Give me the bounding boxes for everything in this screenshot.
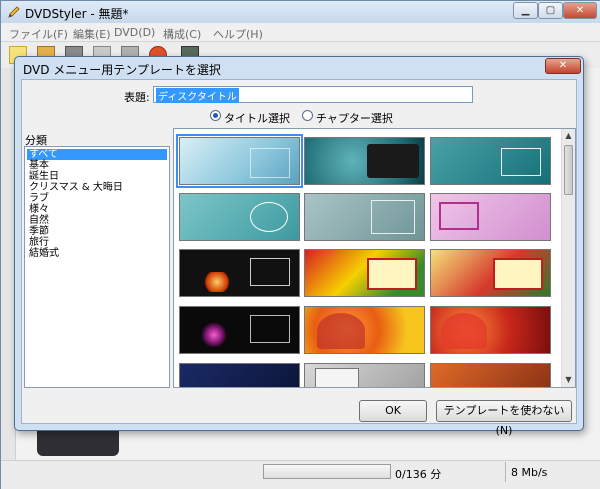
maximize-button[interactable]: ▢ (538, 2, 563, 19)
template-thumbnail[interactable] (430, 363, 551, 387)
category-item[interactable]: ラブ (27, 193, 167, 204)
category-item[interactable]: 自然 (27, 215, 167, 226)
template-thumbnail[interactable] (179, 306, 300, 354)
template-thumbnail[interactable] (179, 363, 300, 387)
duration-status: 0/136 分 (395, 468, 442, 481)
template-thumbnail[interactable] (176, 134, 303, 188)
template-thumbnail[interactable] (304, 306, 425, 354)
radio-chapter-select[interactable] (302, 110, 313, 121)
window-title: DVDStyler - 無題* (25, 7, 129, 21)
category-item[interactable]: 旅行 (27, 237, 167, 248)
close-icon: ✕ (558, 60, 568, 71)
menu-edit[interactable]: 編集(E) (73, 26, 111, 42)
status-divider (505, 462, 506, 482)
close-button[interactable]: ✕ (563, 2, 597, 19)
menubar: ファイル(F) 編集(E) DVD(D) 構成(C) ヘルプ(H) (1, 23, 600, 42)
template-thumbnail[interactable] (304, 137, 425, 185)
category-item[interactable]: 季節 (27, 226, 167, 237)
template-thumbnail[interactable] (430, 306, 551, 354)
bitrate-status: 8 Mb/s (511, 466, 548, 479)
dialog-title: DVD メニュー用テンプレートを選択 (23, 63, 221, 77)
category-item[interactable]: 結婚式 (27, 248, 167, 259)
radio-chapter-label[interactable]: チャプター選択 (316, 110, 393, 126)
radio-title-select[interactable] (210, 110, 221, 121)
category-list[interactable]: すべて 基本 誕生日 クリスマス & 大晦日 ラブ 様々 自然 季節 旅行 結婚… (24, 146, 170, 388)
template-thumbnail[interactable] (304, 363, 425, 387)
main-titlebar: DVDStyler - 無題* ▁ ▢ ✕ (1, 1, 600, 23)
template-thumbnail[interactable] (430, 137, 551, 185)
menu-help[interactable]: ヘルプ(H) (213, 26, 263, 42)
no-template-button[interactable]: テンプレートを使わない(N) (436, 400, 572, 437)
scroll-down-icon[interactable]: ▼ (562, 373, 575, 387)
template-thumbnail[interactable] (304, 249, 425, 297)
template-grid (173, 128, 576, 388)
minimize-icon: ▁ (521, 5, 530, 16)
category-item[interactable]: 基本 (27, 160, 167, 171)
title-label: 表題: (124, 91, 150, 104)
scroll-up-icon[interactable]: ▲ (562, 129, 575, 143)
close-icon: ✕ (575, 5, 585, 16)
category-item[interactable]: クリスマス & 大晦日 (27, 182, 167, 193)
pencil-icon (8, 6, 20, 18)
title-input[interactable]: ディスクタイトル (153, 86, 473, 103)
radio-title-label[interactable]: タイトル選択 (224, 110, 290, 126)
template-thumbnail[interactable] (179, 193, 300, 241)
menu-configure[interactable]: 構成(C) (163, 26, 201, 42)
maximize-icon: ▢ (545, 5, 556, 16)
template-thumbnail[interactable] (430, 193, 551, 241)
dialog-close-button[interactable]: ✕ (545, 58, 581, 74)
category-item[interactable]: 誕生日 (27, 171, 167, 182)
ok-button[interactable]: OK (359, 400, 427, 422)
menu-dvd[interactable]: DVD(D) (114, 26, 155, 39)
template-thumbnail[interactable] (304, 193, 425, 241)
minimize-button[interactable]: ▁ (513, 2, 538, 19)
template-scrollbar[interactable]: ▲ ▼ (561, 129, 575, 387)
category-item[interactable]: 様々 (27, 204, 167, 215)
menu-file[interactable]: ファイル(F) (9, 26, 68, 42)
title-input-value: ディスクタイトル (156, 88, 239, 103)
category-item-all[interactable]: すべて (27, 149, 167, 160)
disc-usage-progress (263, 464, 391, 479)
scroll-thumb[interactable] (564, 145, 573, 195)
template-thumbnail[interactable] (179, 249, 300, 297)
template-thumbnail[interactable] (430, 249, 551, 297)
